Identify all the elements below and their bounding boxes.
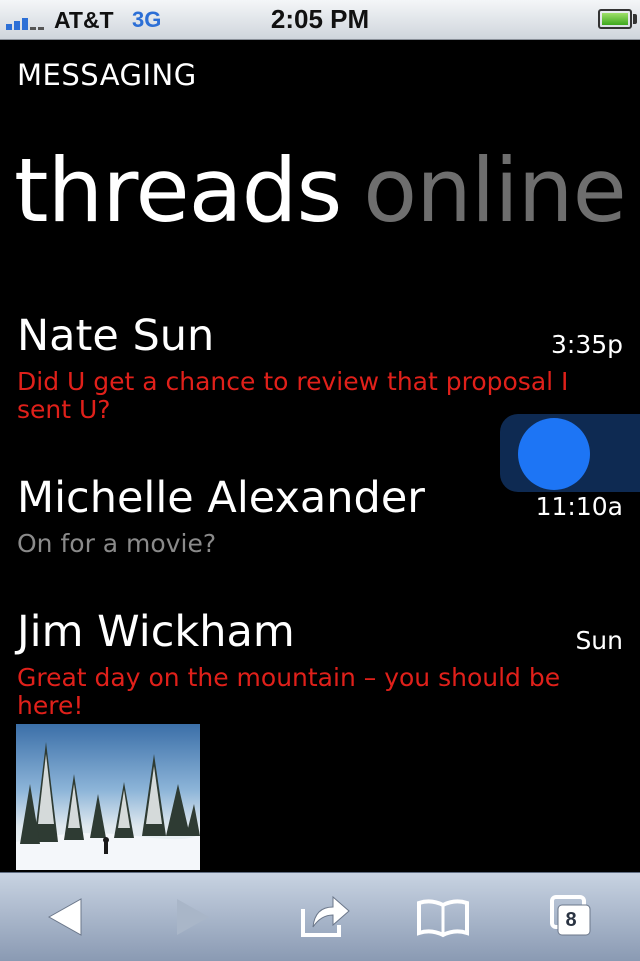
pivot-item-online[interactable]: online bbox=[363, 139, 626, 242]
pivot-item-threads[interactable]: threads bbox=[14, 139, 342, 242]
battery-icon bbox=[598, 9, 632, 29]
tabs-count: 8 bbox=[565, 909, 577, 931]
battery-tip bbox=[633, 14, 637, 24]
app-title: MESSAGING bbox=[17, 58, 197, 92]
photo-attachment[interactable] bbox=[16, 724, 200, 870]
message-time: 11:10a bbox=[535, 492, 623, 521]
message-time: Sun bbox=[575, 626, 623, 655]
contact-name: Nate Sun bbox=[17, 311, 215, 361]
share-icon[interactable] bbox=[293, 887, 357, 947]
toggle-knob[interactable] bbox=[518, 418, 590, 490]
online-toggle[interactable] bbox=[500, 414, 640, 492]
thread-item[interactable]: Jim Wickham Sun Great day on the mountai… bbox=[17, 606, 623, 720]
pivot-header: threads online bbox=[14, 136, 627, 246]
message-time: 3:35p bbox=[550, 330, 623, 359]
status-bar: AT&T 3G 2:05 PM bbox=[0, 0, 640, 40]
forward-icon[interactable] bbox=[161, 887, 225, 947]
contact-name: Jim Wickham bbox=[17, 607, 295, 657]
message-preview: Great day on the mountain – you should b… bbox=[17, 663, 561, 720]
browser-toolbar: 8 bbox=[0, 872, 640, 961]
status-time: 2:05 PM bbox=[270, 4, 370, 34]
contact-name: Michelle Alexander bbox=[17, 473, 425, 523]
back-icon[interactable] bbox=[33, 887, 97, 947]
bookmarks-icon[interactable] bbox=[411, 887, 475, 947]
tabs-icon[interactable]: 8 bbox=[540, 887, 604, 947]
thread-item[interactable]: Nate Sun 3:35p Did U get a chance to rev… bbox=[17, 310, 623, 424]
message-preview: On for a movie? bbox=[17, 529, 217, 558]
